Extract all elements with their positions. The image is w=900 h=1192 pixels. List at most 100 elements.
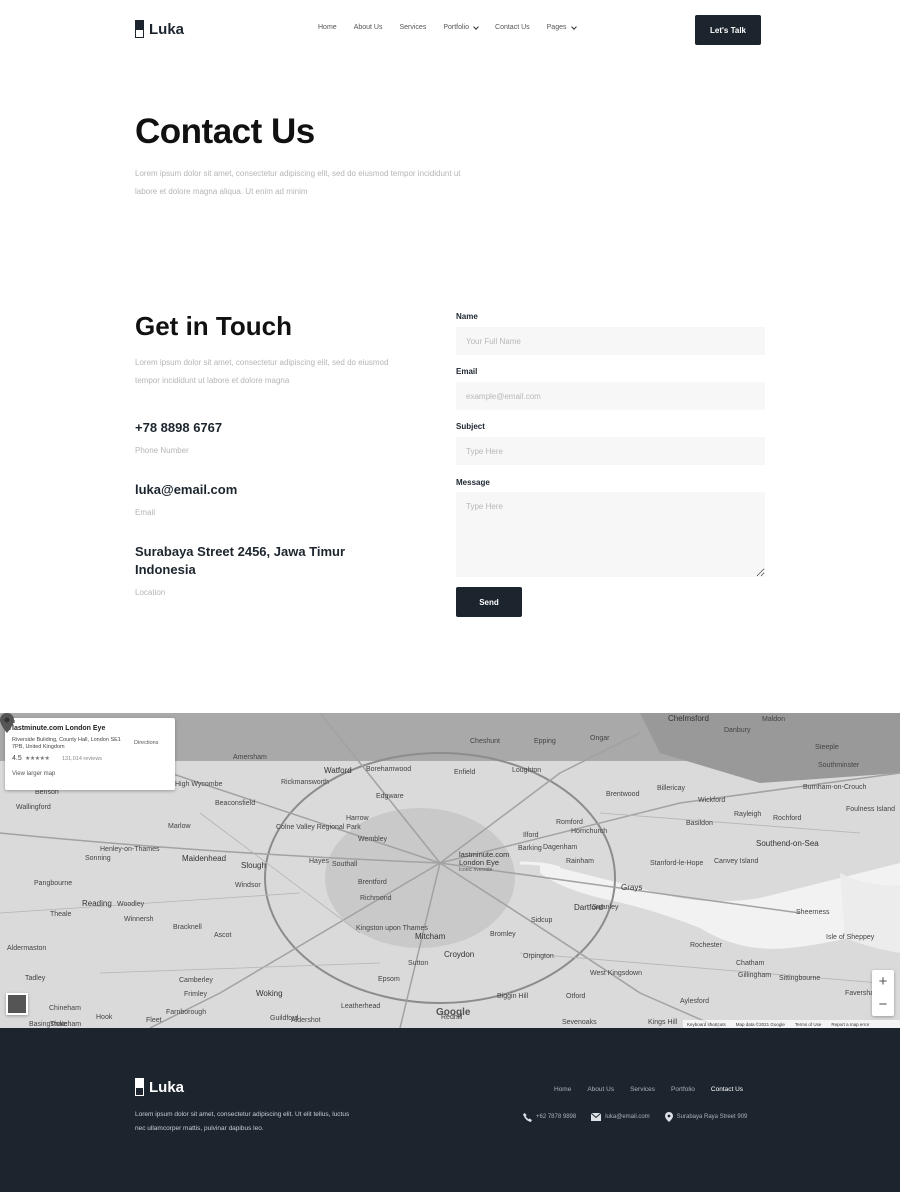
map-place: Isle of Sheppey — [826, 934, 875, 941]
map-place: Colne Valley Regional Park — [276, 824, 361, 831]
nav-item-pages[interactable]: Pages — [546, 23, 577, 31]
map-place: Orpington — [523, 953, 554, 960]
map-layer-button[interactable] — [6, 993, 28, 1015]
report-error-link[interactable]: Report a map error — [831, 1022, 869, 1027]
map-place: Rochester — [690, 942, 722, 949]
map-place: Loughton — [512, 767, 542, 774]
email-field[interactable] — [456, 382, 765, 410]
map-place: Enfield — [454, 769, 476, 776]
map-place: Maidenhead — [182, 854, 227, 863]
nav-item-about[interactable]: About Us — [354, 24, 383, 31]
message-field[interactable] — [456, 492, 765, 577]
map-place: Chatham — [736, 960, 765, 967]
map-data-text: Map data ©2021 Google — [735, 1021, 785, 1027]
phone-icon — [523, 1112, 532, 1122]
map-place: High Wycombe — [175, 781, 223, 788]
map-place: Romford — [556, 819, 583, 826]
nav-item-contact[interactable]: Contact Us — [495, 24, 530, 31]
map-place: Beaconsfield — [215, 800, 256, 807]
footer-nav-about[interactable]: About Us — [587, 1086, 614, 1093]
email-field-label: Email — [456, 367, 478, 376]
footer-nav-services[interactable]: Services — [630, 1086, 655, 1093]
map-place: Canvey Island — [714, 858, 759, 865]
map-place: Sheerness — [796, 909, 830, 916]
map-place: Stanford-le-Hope — [650, 860, 704, 867]
map-place: Sonning — [85, 855, 111, 862]
footer-nav-portfolio[interactable]: Portfolio — [671, 1086, 695, 1093]
map-place: Biggin Hill — [497, 993, 529, 1000]
map-place: Farnborough — [166, 1009, 207, 1016]
logo-text: Luka — [149, 20, 185, 38]
logo-mark-icon — [135, 1078, 144, 1096]
map-place: Tadley — [25, 975, 46, 982]
map-place: Theale — [50, 911, 72, 918]
map-place: Mitcham — [415, 932, 446, 941]
map-place: Southend-on-Sea — [756, 839, 819, 848]
footer-logo-text: Luka — [149, 1078, 185, 1096]
email-value: luka@email.com — [135, 482, 238, 497]
map-place: Southall — [332, 861, 358, 868]
map[interactable]: Chelmsford Maldon Danbury Watford Enfiel… — [0, 713, 900, 1028]
nav-label: Home — [318, 24, 337, 31]
terms-link[interactable]: Terms of Use — [795, 1022, 822, 1027]
footer-nav-home[interactable]: Home — [554, 1086, 571, 1093]
nav-item-services[interactable]: Services — [399, 24, 426, 31]
nav-label: Pages — [546, 24, 567, 31]
logo[interactable]: Luka — [135, 20, 184, 38]
footer-contacts: +62 7878 9898 luka@email.com Surabaya Ra… — [523, 1112, 747, 1122]
map-place: Steeple — [815, 744, 839, 751]
zoom-in-button[interactable]: + — [872, 970, 894, 993]
footer-email[interactable]: luka@email.com — [591, 1113, 650, 1121]
map-place: Brentwood — [606, 791, 640, 798]
map-attribution: Keyboard shortcuts Map data ©2021 Google… — [683, 1020, 900, 1028]
page-title: Contact Us — [135, 112, 315, 151]
location-label: Location — [135, 588, 166, 597]
map-place: Sidcup — [531, 917, 553, 924]
footer-address[interactable]: Surabaya Raya Street 909 — [664, 1112, 748, 1122]
nav-label: About Us — [353, 24, 383, 31]
subject-field-label: Subject — [456, 422, 485, 431]
map-place: Cheshunt — [470, 738, 500, 745]
map-card-address: Riverside Building, County Hall, London … — [12, 737, 121, 750]
nav-item-home[interactable]: Home — [318, 24, 337, 31]
view-larger-map-link[interactable]: View larger map — [12, 771, 55, 777]
email-label: Email — [135, 508, 156, 517]
map-place: Winnersh — [124, 916, 154, 923]
directions-link[interactable]: Directions — [134, 740, 158, 746]
map-place: Barking — [518, 845, 542, 852]
map-place: Burnham-on-Crouch — [803, 784, 867, 791]
map-place: Sittingbourne — [779, 975, 821, 982]
map-card-reviews[interactable]: 131,014 reviews — [62, 756, 102, 762]
map-place: Henley-on-Thames — [100, 846, 160, 853]
map-pin-icon[interactable] — [0, 713, 14, 733]
map-place: Thatcham — [50, 1021, 82, 1028]
lets-talk-button[interactable]: Let's Talk — [695, 15, 761, 45]
map-place: Grays — [621, 883, 643, 892]
pin-sublabel: Iconic riverside — [459, 867, 493, 873]
map-info-card: lastminute.com London Eye Riverside Buil… — [5, 718, 175, 790]
map-place: Reading — [82, 899, 112, 908]
footer-description: Lorem ipsum dolor sit amet, consectetur … — [135, 1111, 350, 1132]
footer-address-text: Surabaya Raya Street 909 — [676, 1114, 748, 1120]
map-place: Benson — [35, 789, 59, 796]
map-place: Edgware — [376, 793, 404, 800]
map-place: Brentford — [358, 879, 387, 886]
subject-field[interactable] — [456, 437, 765, 465]
zoom-out-button[interactable]: − — [872, 993, 894, 1016]
nav-item-portfolio[interactable]: Portfolio — [443, 23, 479, 31]
message-field-label: Message — [456, 478, 490, 487]
map-place: Ilford — [523, 832, 539, 839]
location-value-line1: Surabaya Street 2456, Jawa Timur — [135, 544, 346, 559]
name-field[interactable] — [456, 327, 765, 355]
footer-logo[interactable]: Luka — [135, 1078, 184, 1096]
mail-icon — [591, 1113, 602, 1121]
map-place: Wickford — [698, 797, 726, 804]
footer-phone-text: +62 7878 9898 — [536, 1114, 577, 1120]
footer-phone[interactable]: +62 7878 9898 — [523, 1112, 577, 1122]
map-card-title: lastminute.com London Eye — [12, 725, 106, 732]
location-pin-icon — [664, 1112, 673, 1122]
footer-nav-contact[interactable]: Contact Us — [711, 1086, 743, 1093]
keyboard-shortcuts-link[interactable]: Keyboard shortcuts — [687, 1022, 726, 1027]
map-place: Ascot — [214, 932, 232, 939]
send-button[interactable]: Send — [456, 587, 522, 617]
